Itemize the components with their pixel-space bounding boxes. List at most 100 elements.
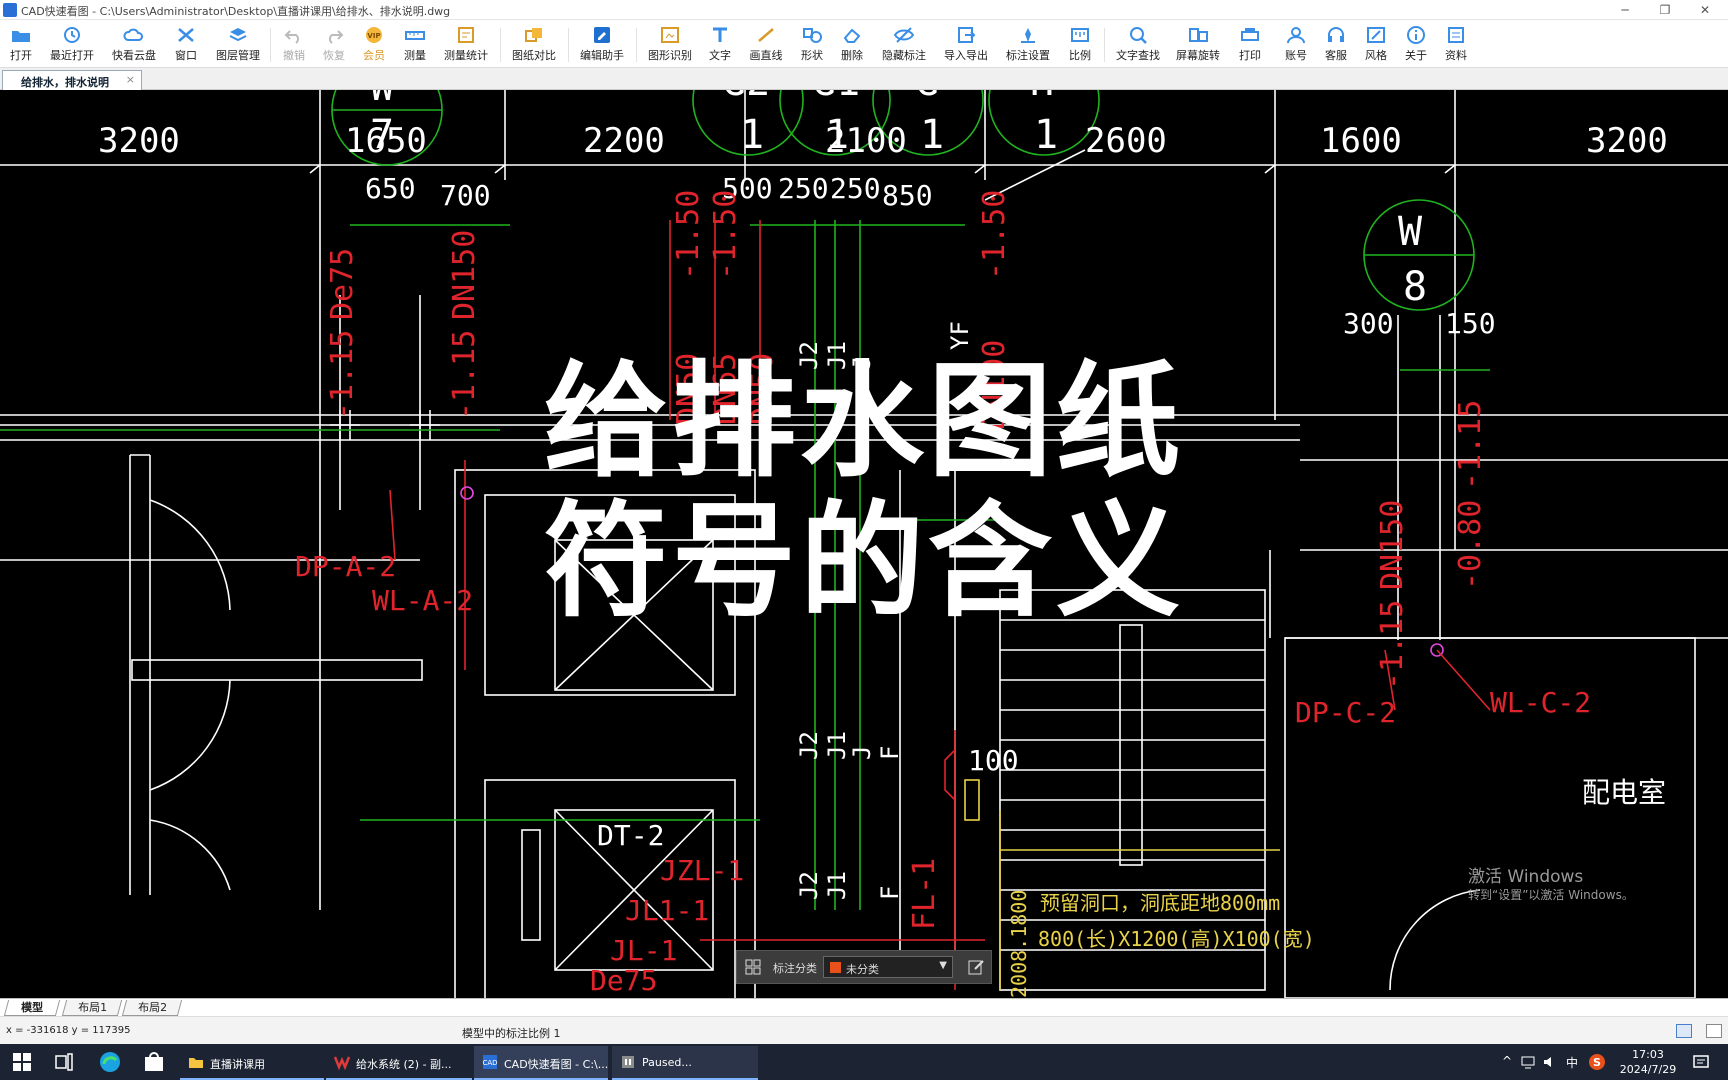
style-button[interactable]: 风格 <box>1362 24 1390 66</box>
document-tab-strip: 给排水，排水说明 × <box>0 68 1728 90</box>
dimension-text: 650 <box>365 172 416 205</box>
vip-button[interactable]: VIP 会员 <box>360 24 388 66</box>
edit-assistant-icon <box>594 27 610 43</box>
customer-service-button[interactable]: 客服 <box>1322 24 1350 66</box>
tool-label: 打开 <box>10 49 32 62</box>
opening-marker <box>964 779 980 821</box>
measure-stats-button[interactable]: 测量统计 <box>442 24 490 66</box>
dimension-text: 2200 <box>583 121 665 161</box>
window-button[interactable]: 窗口 <box>172 24 200 66</box>
dimension-tick <box>309 164 1456 174</box>
dimension-text: 3200 <box>1586 121 1668 161</box>
taskbar-app-cad[interactable]: CAD CAD快速看图 - C:\... <box>474 1046 608 1080</box>
edge-browser-icon[interactable] <box>98 1050 122 1074</box>
undo-button[interactable]: 撤销 <box>280 24 308 66</box>
tab-model[interactable]: 模型 <box>3 1000 61 1016</box>
shape-recognize-button[interactable]: 图形识别 <box>646 24 694 66</box>
system-clock[interactable]: 17:03 2024/7/29 <box>1608 1047 1688 1077</box>
open-button[interactable]: 打开 <box>6 24 36 66</box>
drawing-compare-button[interactable]: 图纸对比 <box>510 24 558 66</box>
print-button[interactable]: 打印 <box>1236 24 1264 66</box>
wall-line <box>131 659 423 681</box>
windows-taskbar: 直播讲课用 给水系统 (2) - 副... CAD CAD快速看图 - C:\.… <box>0 1044 1728 1080</box>
wps-icon <box>334 1056 350 1070</box>
import-export-icon <box>958 27 976 43</box>
dimension-text: 300 <box>1343 307 1394 340</box>
tool-label: 恢复 <box>323 49 345 62</box>
elevation-label: FL-1 <box>907 858 942 930</box>
cursor-coordinates: x = -331618 y = 117395 <box>6 1025 131 1036</box>
pipe-code: F <box>876 886 904 900</box>
restore-button[interactable]: ❐ <box>1650 1 1680 19</box>
drawing-canvas[interactable]: 3200 1650 2200 2100 2600 1600 3200 650 7… <box>0 90 1728 998</box>
window-title: CAD快速看图 - C:\Users\Administrator\Desktop… <box>21 5 451 18</box>
app-window: CAD快速看图 - C:\Users\Administrator\Desktop… <box>0 0 1728 1080</box>
fullscreen-icon[interactable] <box>1706 1024 1722 1038</box>
sogou-input-icon[interactable]: S <box>1588 1053 1606 1071</box>
cloud-disk-button[interactable]: 快看云盘 <box>110 24 158 66</box>
shape-button[interactable]: 形状 <box>798 24 826 66</box>
network-icon[interactable] <box>1520 1054 1536 1070</box>
notification-icon[interactable] <box>1692 1053 1710 1071</box>
measure-icon <box>405 31 425 40</box>
draw-line-button[interactable]: 画直线 <box>748 24 784 66</box>
text-search-button[interactable]: 文字查找 <box>1114 24 1162 66</box>
hide-annotation-button[interactable]: 隐藏标注 <box>880 24 928 66</box>
elevator-label: DT-2 <box>597 819 664 852</box>
store-icon[interactable] <box>142 1050 166 1074</box>
toolbar: 打开 最近打开 快看云盘 窗口 图层管理 撤销 恢复 VIP 会员 测量 测量统… <box>0 20 1728 68</box>
about-button[interactable]: 关于 <box>1402 24 1430 66</box>
measure-stats-icon <box>458 27 474 43</box>
annotation-settings-button[interactable]: 标注设置 <box>1004 24 1052 66</box>
grid-icon[interactable] <box>745 959 761 975</box>
taskbar-app-wps[interactable]: 给水系统 (2) - 副... <box>326 1046 472 1080</box>
svg-text:CAD: CAD <box>482 1059 497 1067</box>
delete-button[interactable]: 删除 <box>838 24 866 66</box>
tray-expand-icon[interactable]: ^ <box>1502 1054 1512 1068</box>
tool-label: 测量 <box>404 49 426 62</box>
scale-button[interactable]: 比例 <box>1066 24 1094 66</box>
document-tab[interactable]: 给排水，排水说明 × <box>2 70 142 90</box>
axis-label: 1 <box>740 112 764 158</box>
pipe-tag: JL-1 <box>610 934 677 967</box>
axis-label: 1 <box>825 112 849 158</box>
rotate-screen-button[interactable]: 屏幕旋转 <box>1174 24 1222 66</box>
layer-manager-button[interactable]: 图层管理 <box>214 24 262 66</box>
tab-close-icon[interactable]: × <box>126 73 135 86</box>
dimension-text: 150 <box>1445 307 1496 340</box>
pipe-code: J1 <box>823 871 851 900</box>
document-tab-label: 给排水，排水说明 <box>21 76 109 89</box>
cad-icon: CAD <box>482 1055 498 1069</box>
axis-label: W <box>1398 209 1423 255</box>
taskbar-app-recorder[interactable]: Paused... <box>612 1046 758 1080</box>
edit-icon[interactable] <box>967 958 985 976</box>
annotation-category-select[interactable]: 未分类 ▼ <box>823 956 953 978</box>
tool-label: 窗口 <box>175 49 197 62</box>
annotation-settings-icon <box>1021 28 1035 43</box>
opening-note: 2008.1800 <box>1007 890 1031 998</box>
pipe-code: F <box>876 746 904 760</box>
import-export-button[interactable]: 导入导出 <box>942 24 990 66</box>
redo-button[interactable]: 恢复 <box>320 24 348 66</box>
ime-indicator[interactable]: 中 <box>1566 1054 1578 1071</box>
docs-button[interactable]: 资料 <box>1442 24 1470 66</box>
minimize-button[interactable]: ─ <box>1610 1 1640 19</box>
close-button[interactable]: ✕ <box>1690 1 1720 19</box>
recent-open-button[interactable]: 最近打开 <box>48 24 96 66</box>
tab-layout1[interactable]: 布局1 <box>61 1000 123 1016</box>
text-button[interactable]: 文字 <box>706 24 734 66</box>
axis-label: G2 <box>722 90 770 105</box>
taskbar-app-folder[interactable]: 直播讲课用 <box>180 1046 324 1080</box>
folder-icon <box>189 1058 203 1068</box>
tab-layout2[interactable]: 布局2 <box>121 1000 183 1016</box>
edit-assistant-button[interactable]: 编辑助手 <box>578 24 626 66</box>
task-view-icon[interactable] <box>52 1050 76 1074</box>
leader-line <box>1436 649 1491 711</box>
elevation-label: -1.50 <box>708 190 743 280</box>
volume-icon[interactable] <box>1542 1054 1558 1070</box>
layout-toggle-icon[interactable] <box>1676 1024 1692 1038</box>
windows-start-icon[interactable] <box>10 1050 34 1074</box>
account-button[interactable]: 账号 <box>1282 24 1310 66</box>
tool-label: 图层管理 <box>216 49 260 62</box>
measure-button[interactable]: 测量 <box>400 24 430 66</box>
